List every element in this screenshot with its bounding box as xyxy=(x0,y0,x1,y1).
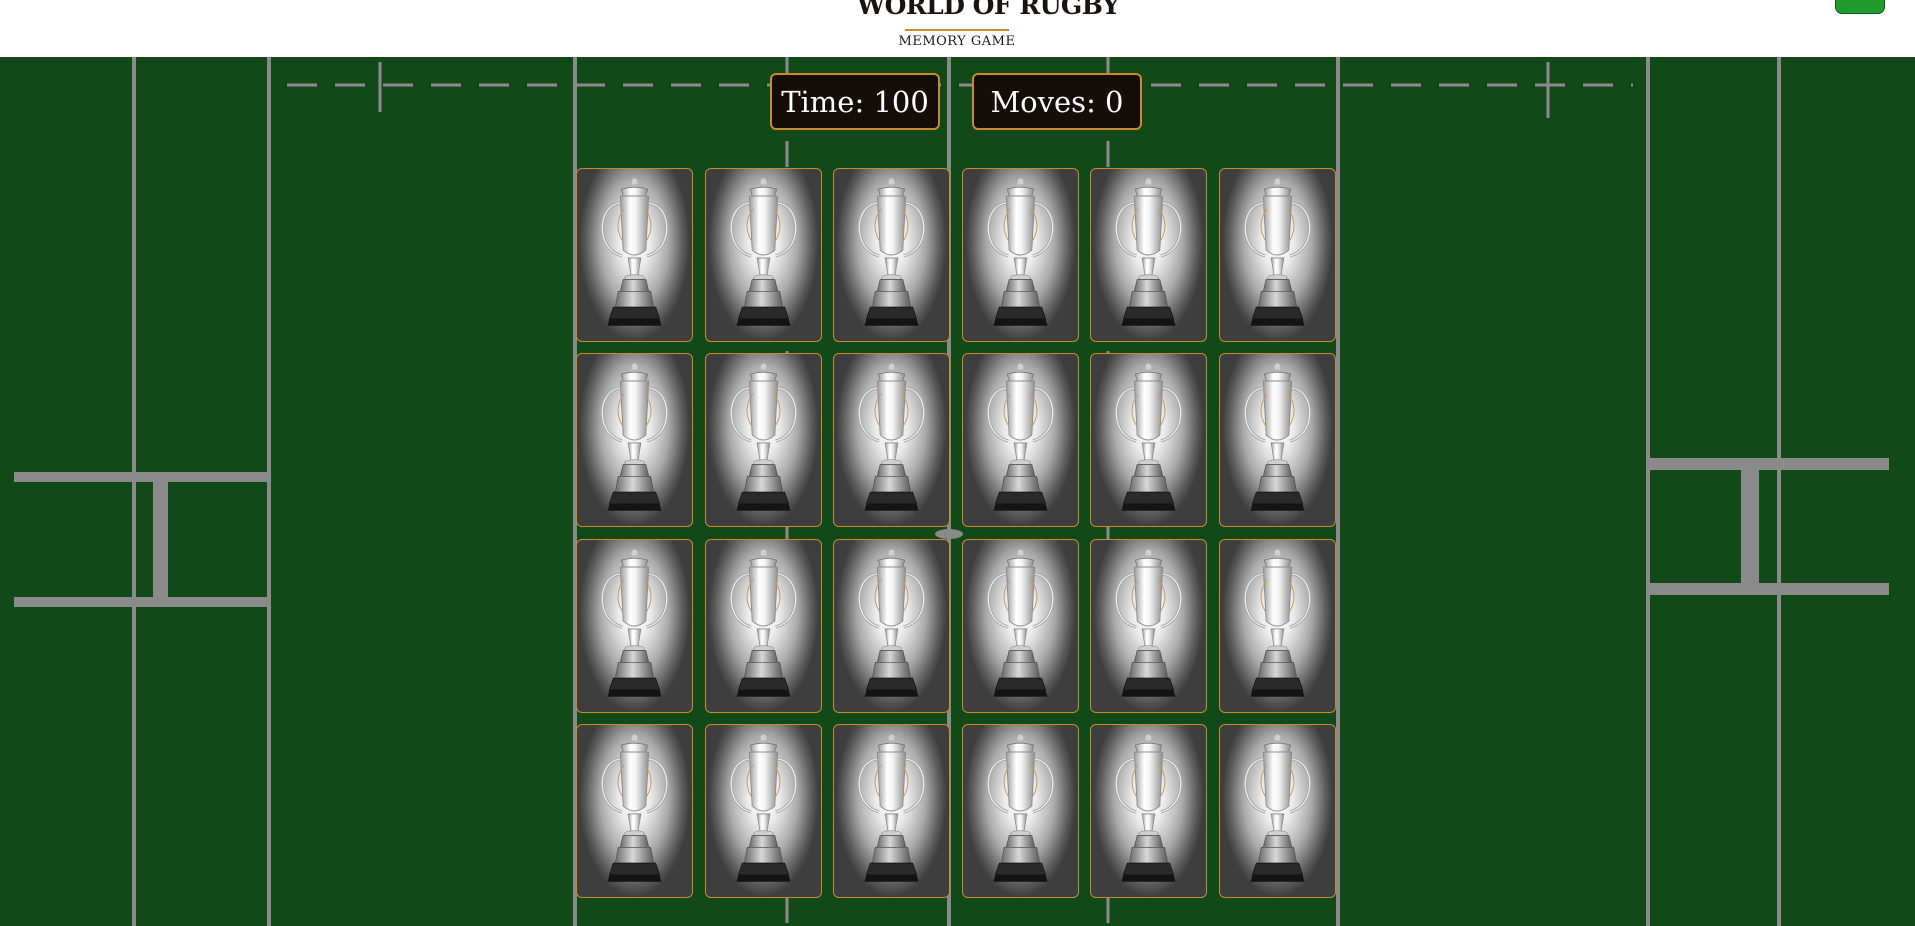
trophy-icon xyxy=(1220,540,1335,712)
memory-card[interactable] xyxy=(1090,353,1208,528)
memory-card[interactable] xyxy=(961,353,1079,528)
left-goal-posts xyxy=(14,472,268,607)
trophy-icon xyxy=(1091,725,1206,897)
trophy-icon xyxy=(577,725,692,897)
memory-card[interactable] xyxy=(704,168,822,342)
trophy-icon xyxy=(1220,725,1335,897)
menu-button[interactable] xyxy=(1835,0,1885,14)
trophy-icon xyxy=(1091,169,1206,341)
trophy-icon xyxy=(1220,354,1335,526)
logo-subtitle: MEMORY GAME xyxy=(898,34,1016,49)
memory-card[interactable] xyxy=(833,538,951,713)
trophy-icon xyxy=(963,354,1078,526)
right-goal-posts xyxy=(1649,458,1889,595)
trophy-icon xyxy=(1091,354,1206,526)
card-grid xyxy=(576,168,1336,900)
site-header: WORLD OF RUGBY MEMORY GAME xyxy=(0,0,1915,57)
trophy-icon xyxy=(577,540,692,712)
time-counter: Time: 100 xyxy=(770,73,940,130)
moves-counter: Moves: 0 xyxy=(972,73,1142,130)
trophy-icon xyxy=(834,169,949,341)
trophy-icon xyxy=(577,354,692,526)
memory-card[interactable] xyxy=(1218,168,1336,342)
trophy-icon xyxy=(963,169,1078,341)
memory-card[interactable] xyxy=(833,168,951,342)
memory-card[interactable] xyxy=(1218,538,1336,713)
trophy-icon xyxy=(706,169,821,341)
memory-card[interactable] xyxy=(833,723,951,898)
trophy-icon xyxy=(1220,169,1335,341)
memory-card[interactable] xyxy=(704,723,822,898)
logo-divider xyxy=(905,29,1009,31)
trophy-icon xyxy=(834,725,949,897)
memory-card[interactable] xyxy=(1218,723,1336,898)
memory-card[interactable] xyxy=(1090,723,1208,898)
memory-card[interactable] xyxy=(704,538,822,713)
trophy-icon xyxy=(963,725,1078,897)
trophy-icon xyxy=(834,540,949,712)
logo[interactable]: WORLD OF RUGBY MEMORY GAME xyxy=(857,0,1120,57)
trophy-icon xyxy=(706,354,821,526)
memory-card[interactable] xyxy=(576,723,693,898)
trophy-icon xyxy=(834,354,949,526)
memory-card[interactable] xyxy=(576,168,693,342)
memory-card[interactable] xyxy=(1090,168,1208,342)
memory-card[interactable] xyxy=(576,538,693,713)
logo-title: WORLD OF RUGBY xyxy=(857,0,1120,20)
trophy-icon xyxy=(577,169,692,341)
memory-card[interactable] xyxy=(1090,538,1208,713)
memory-card[interactable] xyxy=(704,353,822,528)
trophy-icon xyxy=(706,540,821,712)
trophy-icon xyxy=(963,540,1078,712)
trophy-icon xyxy=(706,725,821,897)
trophy-icon xyxy=(1091,540,1206,712)
memory-card[interactable] xyxy=(833,353,951,528)
memory-card[interactable] xyxy=(576,353,693,528)
memory-card[interactable] xyxy=(1218,353,1336,528)
memory-card[interactable] xyxy=(961,723,1079,898)
memory-card[interactable] xyxy=(961,538,1079,713)
memory-card[interactable] xyxy=(961,168,1079,342)
